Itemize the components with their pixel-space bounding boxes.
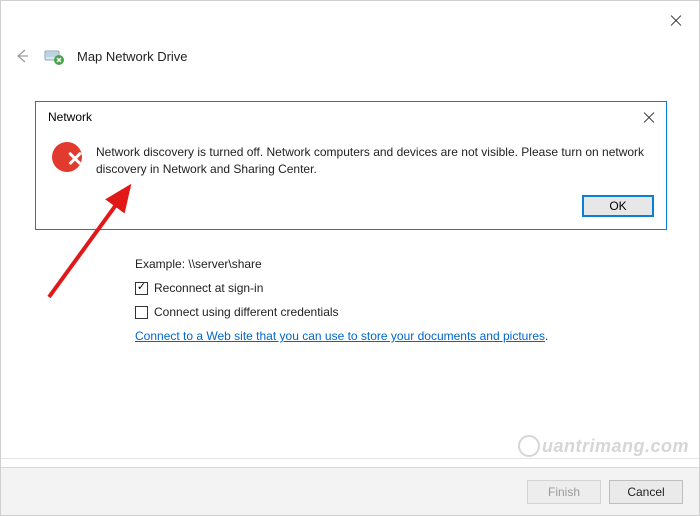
dialog-close-button[interactable] [642,110,656,124]
back-arrow-icon[interactable] [13,47,31,65]
watermark-text: uantrimang.com [542,436,689,457]
wizard-header: Map Network Drive [13,45,188,67]
wizard-button-bar: Finish Cancel [1,467,699,515]
link-period: . [545,329,548,343]
reconnect-checkbox-row[interactable]: Reconnect at sign-in [135,281,655,295]
wizard-body: Example: \\server\share Reconnect at sig… [135,257,655,343]
dialog-content: Network discovery is turned off. Network… [36,130,666,187]
error-icon [52,142,82,172]
footer-separator [1,458,699,459]
window-close-button[interactable] [669,13,683,27]
cancel-button[interactable]: Cancel [609,480,683,504]
dialog-titlebar: Network [36,102,666,130]
network-error-dialog: Network Network discovery is turned off.… [35,101,667,230]
connect-website-row: Connect to a Web site that you can use t… [135,329,655,343]
watermark: uantrimang.com [518,435,689,457]
network-drive-icon [43,45,65,67]
reconnect-label: Reconnect at sign-in [154,281,263,295]
dialog-title: Network [48,110,92,124]
finish-button: Finish [527,480,601,504]
watermark-icon [518,435,540,457]
wizard-title: Map Network Drive [77,49,188,64]
ok-button[interactable]: OK [582,195,654,217]
dialog-message: Network discovery is turned off. Network… [96,142,652,179]
different-credentials-label: Connect using different credentials [154,305,339,319]
connect-website-link[interactable]: Connect to a Web site that you can use t… [135,329,545,343]
folder-example-label: Example: \\server\share [135,257,655,271]
reconnect-checkbox[interactable] [135,282,148,295]
dialog-button-row: OK [36,187,666,229]
different-credentials-checkbox[interactable] [135,306,148,319]
different-credentials-checkbox-row[interactable]: Connect using different credentials [135,305,655,319]
